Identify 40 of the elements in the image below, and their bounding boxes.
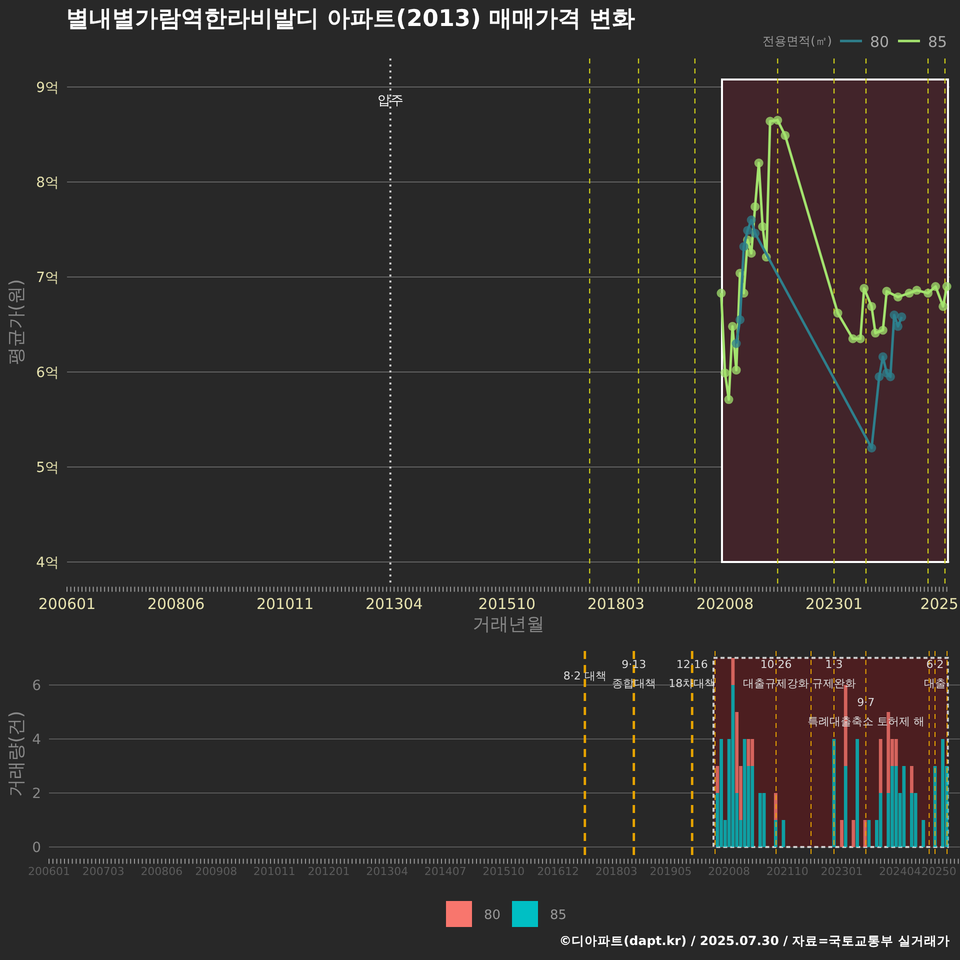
source-credit: ©디아파트(dapt.kr) / 2025.07.30 / 자료=국토교통부 실거래가	[559, 933, 950, 950]
policy-label: 대출규제강화	[743, 677, 810, 690]
legend-title: 전용면적(㎡)	[762, 35, 832, 48]
x-tick-label: 200806	[147, 594, 205, 613]
legend-label: 85	[928, 35, 948, 51]
y-tick-label: 2	[32, 786, 41, 802]
x-tick-label: 201510	[478, 594, 536, 613]
x-tick-label: 202301	[805, 594, 863, 613]
chart-title: 별내별가람역한라비발디 아파트(2013) 매매가격 변화	[65, 5, 636, 34]
x-tick-label: 201011	[256, 594, 314, 613]
x-tick-label: 201803	[587, 594, 645, 613]
legend-label: 80	[870, 35, 890, 51]
legend-label: 80	[484, 908, 501, 923]
y-axis-title: 거래량(건)	[6, 710, 27, 797]
y-axis-title: 평균가(원)	[6, 279, 27, 366]
x-tick-label: 2025	[920, 594, 958, 613]
x-tick-label: 202008	[696, 594, 754, 613]
x-tick-label: 201304	[365, 594, 423, 613]
y-tick-label: 4억	[36, 555, 59, 571]
policy-label: 6·2	[926, 658, 944, 671]
annotation-label: 압주	[377, 94, 404, 108]
y-tick-label: 6억	[36, 365, 59, 381]
policy-label: 규제완화	[812, 677, 856, 690]
policy-label: 12·16	[676, 658, 708, 671]
y-tick-label: 4	[32, 732, 41, 748]
policy-label: 9·13	[622, 658, 646, 671]
x-axis-title: 거래년월	[472, 614, 544, 635]
y-tick-label: 6	[32, 678, 41, 694]
y-tick-label: 8억	[36, 175, 59, 191]
policy-label: 대출	[924, 677, 946, 690]
y-tick-label: 7억	[36, 270, 59, 286]
policy-label: 8·2 대책	[563, 669, 606, 682]
y-tick-label: 9억	[36, 80, 59, 96]
policy-label: 9·7	[857, 696, 875, 709]
y-tick-label: 0	[32, 840, 41, 856]
policy-label: 1·3	[825, 658, 843, 671]
y-tick-label: 5억	[36, 460, 59, 476]
legend-label: 85	[550, 908, 567, 923]
x-tick-label: 200601	[38, 594, 96, 613]
policy-label: 10·26	[760, 658, 792, 671]
